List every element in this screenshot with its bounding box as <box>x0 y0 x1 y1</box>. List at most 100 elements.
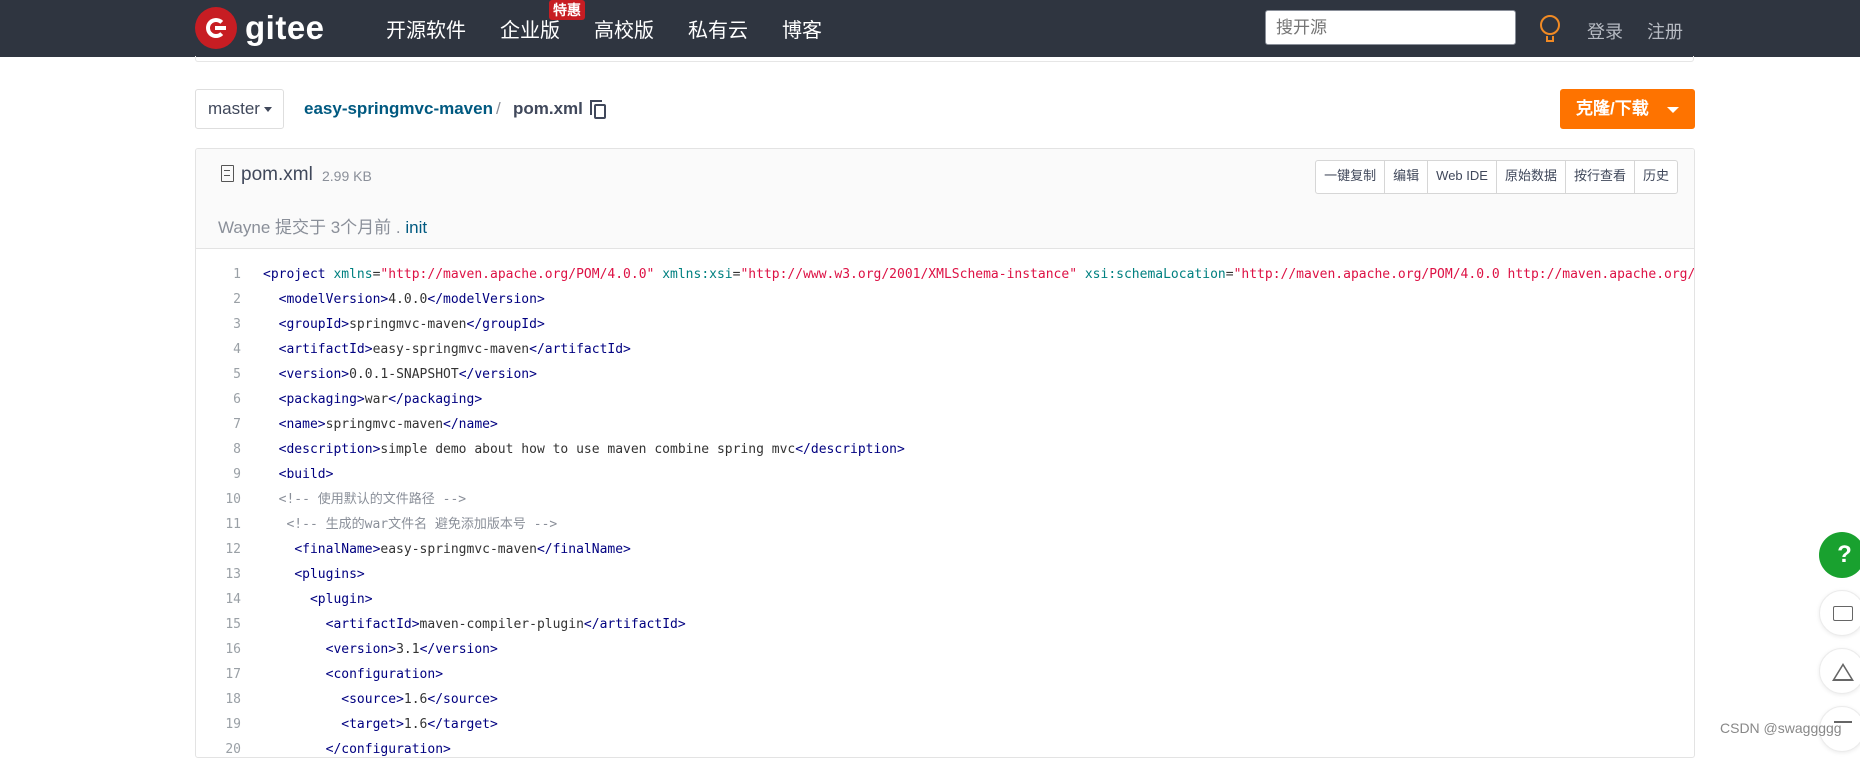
line-number[interactable]: 8 <box>196 437 241 462</box>
caret-down-icon <box>1667 107 1679 113</box>
gitee-logo-icon <box>195 7 237 49</box>
line-number[interactable]: 10 <box>196 487 241 512</box>
code-line: 2 <modelVersion>4.0.0</modelVersion> <box>196 287 1694 312</box>
feedback-button[interactable] <box>1819 590 1860 636</box>
code-text: <name>springmvc-maven</name> <box>278 417 498 432</box>
line-number[interactable]: 5 <box>196 362 241 387</box>
nav-item-enterprise[interactable]: 企业版 特惠 <box>500 0 585 43</box>
clone-download-button[interactable]: 克隆/下载 <box>1560 89 1695 129</box>
code-line: 14 <plugin> <box>196 587 1694 612</box>
file-size: 2.99 KB <box>322 168 372 184</box>
caret-down-icon <box>264 107 272 112</box>
code-line: 6 <packaging>war</packaging> <box>196 387 1694 412</box>
help-icon: ? <box>1837 541 1852 568</box>
copy-all-button[interactable]: 一键复制 <box>1316 161 1386 193</box>
code-line: 19 <target>1.6</target> <box>196 712 1694 737</box>
search-input[interactable] <box>1265 10 1516 45</box>
line-number[interactable]: 6 <box>196 387 241 412</box>
line-number[interactable]: 1 <box>196 262 241 287</box>
file-actions: 一键复制 编辑 Web IDE 原始数据 按行查看 历史 <box>1315 160 1678 194</box>
code-line: 17 <configuration> <box>196 662 1694 687</box>
edit-button[interactable]: 编辑 <box>1385 161 1429 193</box>
copy-path-icon[interactable] <box>590 100 606 119</box>
line-number[interactable]: 2 <box>196 287 241 312</box>
breadcrumb-separator: / <box>496 99 501 118</box>
line-number[interactable]: 11 <box>196 512 241 537</box>
code-line: 4 <artifactId>easy-springmvc-maven</arti… <box>196 337 1694 362</box>
gitee-logo[interactable]: gitee <box>195 7 325 49</box>
code-line: 20 </configuration> <box>196 737 1694 757</box>
message-icon <box>1833 606 1853 621</box>
line-number[interactable]: 19 <box>196 712 241 737</box>
logo-text: gitee <box>245 9 325 46</box>
line-number[interactable]: 9 <box>196 462 241 487</box>
warning-icon <box>1832 663 1854 681</box>
watermark: CSDN @swaggggg <box>1720 720 1842 736</box>
line-number[interactable]: 12 <box>196 537 241 562</box>
code-text: <build> <box>278 467 334 482</box>
nav-item-enterprise-label: 企业版 <box>500 20 560 42</box>
code-text: <artifactId>easy-springmvc-maven</artifa… <box>278 342 631 357</box>
code-line: 9 <build> <box>196 462 1694 487</box>
code-text: <finalName>easy-springmvc-maven</finalNa… <box>294 542 631 557</box>
commit-message-link[interactable]: init <box>405 218 427 237</box>
line-number[interactable]: 20 <box>196 737 241 757</box>
line-number[interactable]: 14 <box>196 587 241 612</box>
nav-item-open-source[interactable]: 开源软件 <box>386 14 466 43</box>
nav-item-education[interactable]: 高校版 <box>594 14 654 43</box>
web-ide-button[interactable]: Web IDE <box>1428 161 1497 193</box>
code-text: <version>3.1</version> <box>325 642 498 657</box>
line-number[interactable]: 7 <box>196 412 241 437</box>
raw-button[interactable]: 原始数据 <box>1497 161 1566 193</box>
breadcrumb-file: pom.xml <box>513 99 583 118</box>
history-button[interactable]: 历史 <box>1635 161 1677 193</box>
branch-selector[interactable]: master <box>195 89 284 129</box>
file-name: pom.xml <box>241 164 313 185</box>
line-number[interactable]: 15 <box>196 612 241 637</box>
line-number[interactable]: 16 <box>196 637 241 662</box>
file-header: pom.xml 2.99 KB 一键复制 编辑 Web IDE 原始数据 按行查… <box>196 149 1694 249</box>
top-navbar: gitee 开源软件 企业版 特惠 高校版 私有云 博客 登录 注册 <box>0 0 1860 57</box>
code-text: <description>simple demo about how to us… <box>278 442 905 457</box>
code-line: 7 <name>springmvc-maven</name> <box>196 412 1694 437</box>
main-nav: 开源软件 企业版 特惠 高校版 私有云 博客 <box>386 0 856 57</box>
line-number[interactable]: 17 <box>196 662 241 687</box>
code-line: 12 <finalName>easy-springmvc-maven</fina… <box>196 537 1694 562</box>
nav-item-private-cloud[interactable]: 私有云 <box>688 14 748 43</box>
help-button[interactable]: ? <box>1819 532 1860 578</box>
code-line: 16 <version>3.1</version> <box>196 637 1694 662</box>
code-line: 13 <plugins> <box>196 562 1694 587</box>
branch-label: master <box>208 99 260 118</box>
promo-badge: 特惠 <box>549 0 585 20</box>
code-text: <modelVersion>4.0.0</modelVersion> <box>278 292 545 307</box>
lightbulb-icon[interactable] <box>1540 15 1560 42</box>
code-text: <project xmlns="http://maven.apache.org/… <box>263 267 1695 282</box>
code-line: 8 <description>simple demo about how to … <box>196 437 1694 462</box>
code-line: 1 <project xmlns="http://maven.apache.org… <box>196 262 1695 287</box>
line-number[interactable]: 4 <box>196 337 241 362</box>
code-text: <!-- 生成的war文件名 避免添加版本号 --> <box>286 517 558 532</box>
code-line: 10 <!-- 使用默认的文件路径 --> <box>196 487 1694 512</box>
login-link[interactable]: 登录 <box>1587 18 1623 44</box>
blame-button[interactable]: 按行查看 <box>1566 161 1635 193</box>
line-number[interactable]: 3 <box>196 312 241 337</box>
commit-info: Wayne 提交于 3个月前 . init <box>218 213 427 238</box>
commit-author-time: Wayne 提交于 3个月前 . <box>218 218 406 237</box>
breadcrumb-repo-link[interactable]: easy-springmvc-maven <box>304 99 493 119</box>
code-line: 11 <!-- 生成的war文件名 避免添加版本号 --> <box>196 512 1694 537</box>
clone-download-label: 克隆/下载 <box>1576 99 1649 118</box>
code-line: 5 <version>0.0.1-SNAPSHOT</version> <box>196 362 1694 387</box>
file-icon <box>221 165 234 182</box>
code-text: <groupId>springmvc-maven</groupId> <box>278 317 545 332</box>
code-line: 18 <source>1.6</source> <box>196 687 1694 712</box>
header-strip <box>195 56 1694 62</box>
line-number[interactable]: 13 <box>196 562 241 587</box>
code-text: <source>1.6</source> <box>341 692 498 707</box>
register-link[interactable]: 注册 <box>1647 18 1683 44</box>
report-button[interactable] <box>1819 648 1860 694</box>
line-number[interactable]: 18 <box>196 687 241 712</box>
nav-item-blog[interactable]: 博客 <box>782 14 822 43</box>
code-text: <artifactId>maven-compiler-plugin</artif… <box>325 617 686 632</box>
code-text: <target>1.6</target> <box>341 717 498 732</box>
code-text: <packaging>war</packaging> <box>278 392 483 407</box>
